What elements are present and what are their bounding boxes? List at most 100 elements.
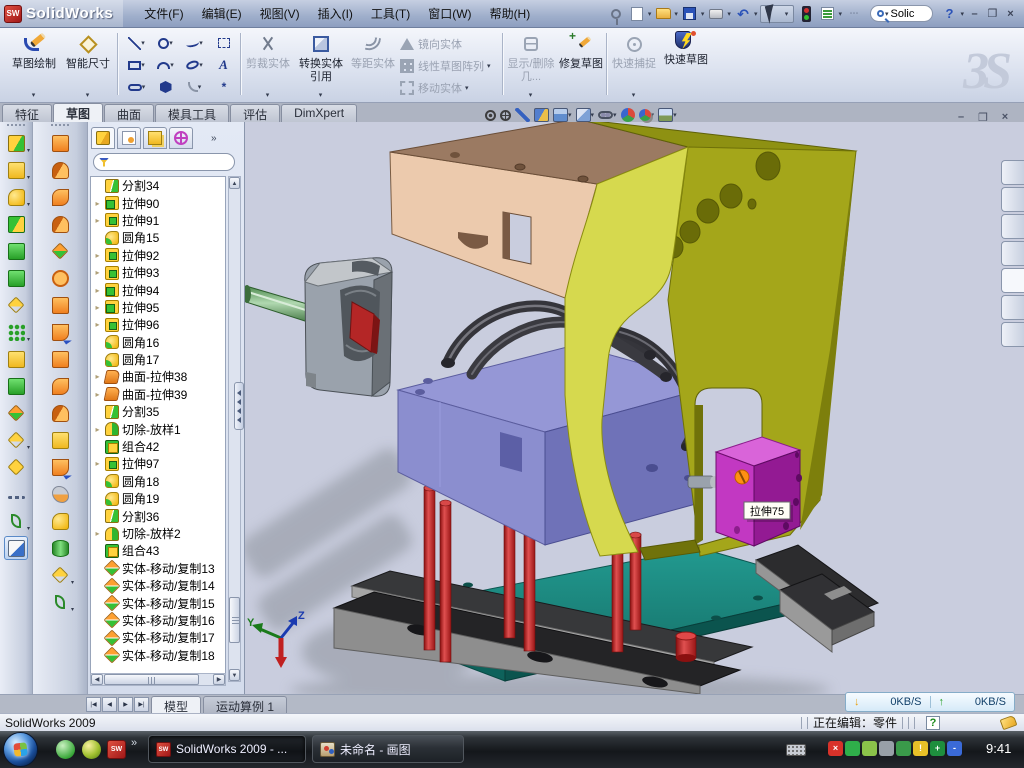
panel-splitter-handle[interactable] bbox=[234, 382, 244, 430]
tray-icon[interactable] bbox=[862, 741, 877, 756]
chevron-down-icon[interactable]: ▾ bbox=[701, 10, 705, 18]
yellow-support-bracket[interactable] bbox=[565, 122, 856, 560]
doc-restore-button[interactable]: ❐ bbox=[976, 111, 990, 124]
surface-tool-button[interactable] bbox=[48, 536, 72, 560]
view-tool-button[interactable] bbox=[500, 110, 511, 121]
scroll-thumb[interactable] bbox=[104, 674, 199, 685]
sketch-entity-button[interactable]: A bbox=[209, 54, 238, 76]
undo-button[interactable]: ↶ bbox=[734, 5, 752, 23]
quick-launch-solidworks-icon[interactable]: SW bbox=[107, 740, 126, 759]
view-tool-button[interactable] bbox=[621, 108, 635, 122]
taskbar-button-solidworks[interactable]: SW SolidWorks 2009 - ... bbox=[148, 735, 306, 763]
surface-tool-button[interactable] bbox=[48, 374, 72, 398]
doc-close-button[interactable]: × bbox=[998, 111, 1012, 124]
expand-arrow-icon[interactable]: ▸ bbox=[93, 529, 102, 538]
tree-item[interactable]: 分割36 bbox=[91, 507, 225, 524]
sketch-entity-button[interactable]: ▾ bbox=[151, 54, 180, 76]
ribbon-tab[interactable]: DimXpert bbox=[281, 104, 357, 122]
chevron-down-icon[interactable]: ▾ bbox=[487, 62, 491, 70]
scroll-left-button[interactable]: ◀ bbox=[91, 674, 103, 685]
chevron-down-icon[interactable]: ▾ bbox=[319, 91, 323, 99]
chevron-down-icon[interactable]: ▾ bbox=[632, 91, 636, 99]
chevron-down-icon[interactable]: ▾ bbox=[960, 10, 964, 18]
select-tool-button[interactable]: ▾ bbox=[760, 5, 794, 23]
chevron-down-icon[interactable]: ▾ bbox=[71, 579, 74, 586]
sketch-entity-button[interactable]: ▾ bbox=[180, 32, 209, 54]
tree-item[interactable]: ▸ 曲面-拉伸39 bbox=[91, 386, 225, 403]
scroll-right-button[interactable]: ▶ bbox=[213, 674, 225, 685]
feature-tool-button[interactable] bbox=[4, 239, 28, 263]
surface-tool-button[interactable]: ▾ bbox=[48, 590, 72, 614]
chevron-down-icon[interactable]: ▾ bbox=[71, 606, 74, 613]
quick-launch-messenger-icon[interactable] bbox=[56, 740, 75, 759]
surface-tool-button[interactable] bbox=[48, 455, 72, 479]
restore-button[interactable]: ❐ bbox=[985, 7, 1000, 20]
ribbon-tab[interactable]: 评估 bbox=[230, 104, 280, 122]
start-button[interactable] bbox=[3, 732, 38, 767]
mirror-entities-button[interactable]: 镜向实体 bbox=[400, 34, 491, 54]
locating-pin[interactable] bbox=[676, 632, 696, 662]
tree-item[interactable]: 实体-移动/复制17 bbox=[91, 629, 225, 646]
sketch-entity-button[interactable] bbox=[151, 76, 180, 98]
chevron-down-icon[interactable]: ▾ bbox=[27, 147, 30, 154]
tree-item[interactable]: ▸ 切除-放样1 bbox=[91, 420, 225, 437]
taskbar-clock[interactable]: 9:41 bbox=[986, 741, 1011, 756]
tab-nav-button[interactable]: ▶| bbox=[134, 697, 149, 712]
tree-item[interactable]: 圆角15 bbox=[91, 229, 225, 246]
expand-arrow-icon[interactable]: ▸ bbox=[93, 425, 102, 434]
tray-icon[interactable]: ! bbox=[913, 741, 928, 756]
sketch-entity-button[interactable]: ▾ bbox=[122, 76, 151, 98]
tree-item[interactable]: 实体-移动/复制18 bbox=[91, 647, 225, 664]
tree-item[interactable]: 实体-移动/复制13 bbox=[91, 560, 225, 577]
chevron-down-icon[interactable]: ▾ bbox=[198, 83, 202, 91]
menu-item[interactable]: 窗口(W) bbox=[419, 1, 480, 26]
tree-item[interactable]: 圆角19 bbox=[91, 490, 225, 507]
tray-icon[interactable] bbox=[845, 741, 860, 756]
3d-model-canvas[interactable]: Y Z 拉伸75 bbox=[245, 122, 1024, 694]
gray-pin[interactable] bbox=[688, 476, 718, 488]
surface-tool-button[interactable] bbox=[48, 212, 72, 236]
display-delete-relations-button[interactable]: 显示/删除几... ▾ bbox=[506, 31, 556, 99]
tree-item[interactable]: 组合43 bbox=[91, 542, 225, 559]
feature-tool-button[interactable]: ▾ bbox=[4, 131, 28, 155]
sketch-entity-button[interactable]: ▾ bbox=[180, 76, 209, 98]
tree-item[interactable]: 分割35 bbox=[91, 403, 225, 420]
sketch-entity-button[interactable]: ▾ bbox=[151, 32, 180, 54]
offset-entities-button[interactable]: 等距实体 bbox=[350, 31, 396, 99]
gray-clamp-part[interactable] bbox=[305, 258, 392, 396]
feature-tool-button[interactable]: ▾ bbox=[4, 428, 28, 452]
task-pane-tab[interactable] bbox=[1001, 187, 1024, 212]
chevron-down-icon[interactable]: ▾ bbox=[568, 111, 572, 119]
feature-tool-button[interactable] bbox=[4, 347, 28, 371]
chevron-down-icon[interactable]: ▾ bbox=[27, 201, 30, 208]
tab-feature-manager[interactable] bbox=[91, 127, 115, 149]
view-tool-button[interactable]: ▾ bbox=[639, 109, 655, 121]
menu-item[interactable]: 文件(F) bbox=[135, 1, 192, 26]
scroll-down-button[interactable]: ▼ bbox=[229, 669, 240, 681]
tree-item[interactable]: ▸ 拉伸91 bbox=[91, 212, 225, 229]
sketch-entity-button[interactable]: ▾ bbox=[122, 54, 151, 76]
search-box[interactable]: ▾ bbox=[870, 5, 934, 22]
view-tool-button[interactable]: ▾ bbox=[553, 108, 572, 122]
expand-arrow-icon[interactable]: ▸ bbox=[93, 303, 102, 312]
feature-tool-button[interactable] bbox=[4, 266, 28, 290]
feature-tool-button[interactable] bbox=[4, 374, 28, 398]
feature-tool-button[interactable] bbox=[4, 455, 28, 479]
chevron-down-icon[interactable]: ▾ bbox=[27, 444, 30, 451]
surface-tool-button[interactable] bbox=[48, 158, 72, 182]
tree-item[interactable]: ▸ 曲面-拉伸38 bbox=[91, 368, 225, 385]
doc-minimize-button[interactable]: – bbox=[954, 111, 968, 124]
chevron-down-icon[interactable]: ▾ bbox=[199, 61, 203, 69]
scroll-thumb[interactable] bbox=[229, 597, 240, 643]
chevron-down-icon[interactable]: ▾ bbox=[465, 84, 469, 92]
expand-arrow-icon[interactable]: ▸ bbox=[93, 216, 102, 225]
surface-tool-button[interactable] bbox=[48, 239, 72, 263]
expand-arrow-icon[interactable]: ▸ bbox=[93, 372, 102, 381]
chevron-down-icon[interactable]: ▾ bbox=[142, 83, 146, 91]
model-tab[interactable]: 运动算例 1 bbox=[203, 696, 287, 713]
print-button[interactable] bbox=[707, 5, 725, 23]
chevron-down-icon[interactable]: ▾ bbox=[141, 39, 145, 47]
expand-arrow-icon[interactable]: ▸ bbox=[93, 251, 102, 260]
chevron-down-icon[interactable]: ▾ bbox=[651, 111, 655, 119]
tree-item[interactable]: 实体-移动/复制16 bbox=[91, 612, 225, 629]
